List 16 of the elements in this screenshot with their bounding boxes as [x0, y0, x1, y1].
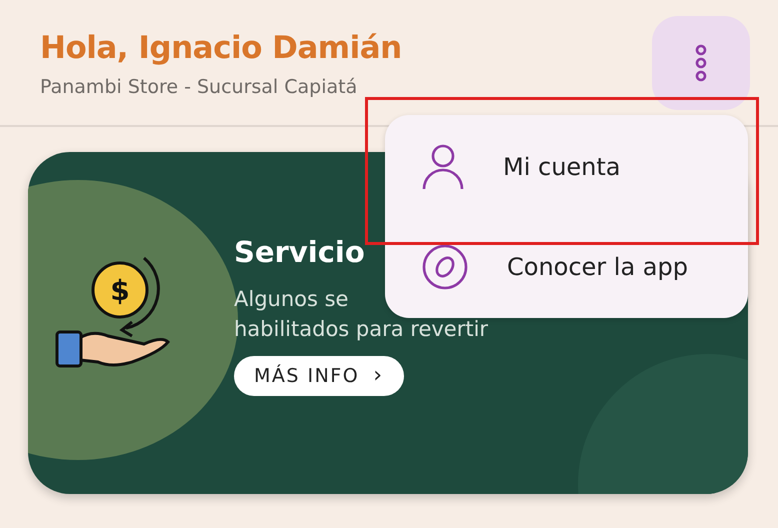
more-info-button[interactable]: MÁS INFO ›	[234, 356, 404, 396]
card-description: Algunos se	[234, 286, 348, 313]
vertical-dots-icon	[694, 43, 708, 83]
menu-item-label: Conocer la app	[507, 252, 688, 280]
circle-icon	[421, 242, 469, 290]
chevron-icon: ›	[373, 365, 384, 387]
menu-item-label: Mi cuenta	[503, 152, 621, 180]
person-icon	[421, 142, 465, 190]
more-options-button[interactable]	[652, 16, 750, 110]
hand-coin-drawing: $	[52, 252, 176, 372]
store-subtitle: Panambi Store - Sucursal Capiatá	[40, 76, 358, 98]
menu-item[interactable]: Mi cuenta	[385, 116, 748, 216]
card-description: habilitados para revertir	[234, 316, 488, 343]
menu-item[interactable]: Conocer la app	[385, 216, 748, 316]
card-title: Servicio	[234, 234, 365, 270]
greeting-title: Hola, Ignacio Damián	[40, 30, 402, 66]
